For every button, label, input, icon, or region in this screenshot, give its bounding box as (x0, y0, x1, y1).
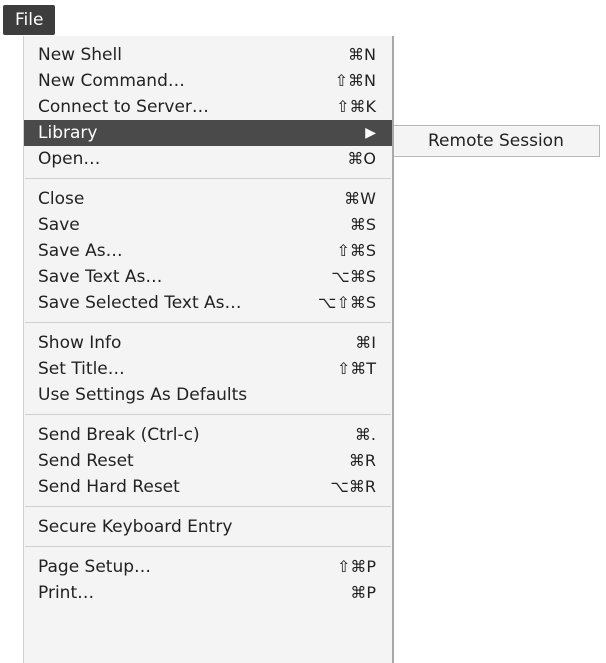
menu-item-send-hard-reset[interactable]: Send Hard Reset ⌥⌘R (24, 474, 392, 500)
menu-item-label: Save Text As… (38, 267, 163, 287)
submenu-item-remote-session[interactable]: Remote Session (428, 131, 564, 151)
menu-item-label: Send Hard Reset (38, 477, 180, 497)
menu-item-new-command[interactable]: New Command… ⇧⌘N (24, 68, 392, 94)
menu-separator (24, 408, 392, 422)
menu-item-label: Print… (38, 583, 95, 603)
submenu-arrow-icon: ▶ (365, 125, 376, 141)
menu-item-open[interactable]: Open… ⌘O (24, 146, 392, 172)
menu-item-save-text-as[interactable]: Save Text As… ⌥⌘S (24, 264, 392, 290)
menu-item-shortcut: ⌥⌘R (330, 477, 376, 496)
menu-item-label: Library (38, 123, 98, 143)
menu-item-print[interactable]: Print… ⌘P (24, 580, 392, 606)
menu-item-shortcut: ⌥⇧⌘S (318, 293, 376, 312)
menu-item-set-title[interactable]: Set Title… ⇧⌘T (24, 356, 392, 382)
menu-item-shortcut: ⌘P (350, 583, 376, 602)
menu-item-label: New Command… (38, 71, 185, 91)
menu-item-label: Save (38, 215, 80, 235)
menu-item-save-as[interactable]: Save As… ⇧⌘S (24, 238, 392, 264)
menu-item-label: Send Break (Ctrl-c) (38, 425, 200, 445)
menu-separator (24, 316, 392, 330)
menu-item-shortcut: ⌘W (344, 189, 376, 208)
menu-item-shortcut: ⌘S (349, 215, 376, 234)
menu-item-send-reset[interactable]: Send Reset ⌘R (24, 448, 392, 474)
menu-item-library[interactable]: Library ▶ (24, 120, 392, 146)
menu-item-label: Secure Keyboard Entry (38, 517, 233, 537)
menu-separator (24, 172, 392, 186)
file-menu-list: New Shell ⌘N New Command… ⇧⌘N Connect to… (24, 36, 392, 606)
menu-item-connect-to-server[interactable]: Connect to Server… ⇧⌘K (24, 94, 392, 120)
menu-item-shortcut: ⌘R (348, 451, 376, 470)
menu-item-send-break[interactable]: Send Break (Ctrl-c) ⌘. (24, 422, 392, 448)
menu-item-shortcut: ⇧⌘K (336, 97, 376, 116)
menu-item-label: Use Settings As Defaults (38, 385, 248, 405)
menu-item-new-shell[interactable]: New Shell ⌘N (24, 42, 392, 68)
menu-item-shortcut: ⌘N (348, 45, 376, 64)
menu-item-label: Page Setup… (38, 557, 152, 577)
menu-item-shortcut: ⇧⌘T (336, 359, 376, 378)
menu-item-shortcut: ⇧⌘S (336, 241, 376, 260)
menu-item-label: Set Title… (38, 359, 125, 379)
menu-item-shortcut: ⌥⌘S (331, 267, 376, 286)
menu-item-label: Show Info (38, 333, 122, 353)
menu-item-label: Save Selected Text As… (38, 293, 242, 313)
menu-item-save[interactable]: Save ⌘S (24, 212, 392, 238)
menu-item-label: Close (38, 189, 85, 209)
library-submenu: Remote Session (394, 125, 600, 157)
file-menu-title[interactable]: File (3, 5, 56, 35)
menu-item-shortcut: ⇧⌘P (336, 557, 376, 576)
menu-item-save-selected-text-as[interactable]: Save Selected Text As… ⌥⇧⌘S (24, 290, 392, 316)
menu-item-label: Open… (38, 149, 101, 169)
file-menu: New Shell ⌘N New Command… ⇧⌘N Connect to… (23, 36, 394, 663)
menu-item-label: Send Reset (38, 451, 134, 471)
menu-item-shortcut: ⌘. (354, 425, 376, 444)
menu-item-label: Connect to Server… (38, 97, 209, 117)
menu-separator (24, 540, 392, 554)
menu-item-page-setup[interactable]: Page Setup… ⇧⌘P (24, 554, 392, 580)
menu-item-shortcut: ⌘I (355, 333, 376, 352)
menu-item-close[interactable]: Close ⌘W (24, 186, 392, 212)
menu-item-show-info[interactable]: Show Info ⌘I (24, 330, 392, 356)
menu-item-secure-keyboard-entry[interactable]: Secure Keyboard Entry (24, 514, 392, 540)
menu-item-use-settings-as-defaults[interactable]: Use Settings As Defaults (24, 382, 392, 408)
menu-item-shortcut: ⇧⌘N (334, 71, 376, 90)
screen: File New Shell ⌘N New Command… ⇧⌘N Conne… (0, 0, 606, 663)
menu-separator (24, 500, 392, 514)
menu-item-label: Save As… (38, 241, 123, 261)
menu-item-label: New Shell (38, 45, 122, 65)
menu-item-shortcut: ⌘O (347, 149, 376, 168)
